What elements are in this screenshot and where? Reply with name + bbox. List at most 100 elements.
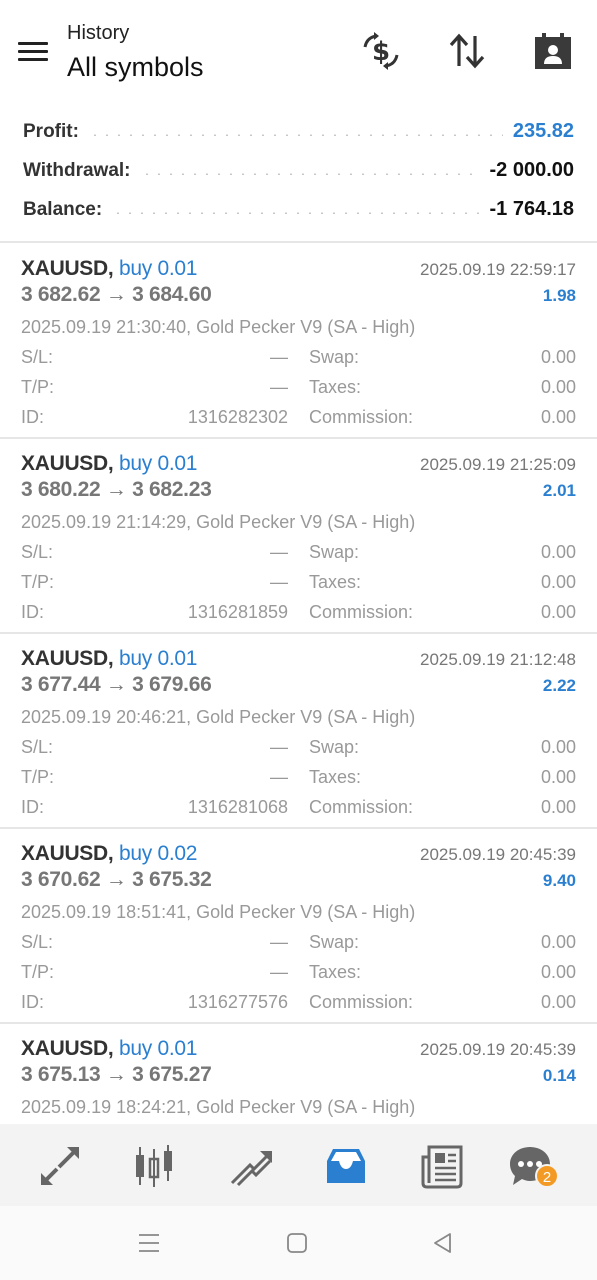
dotted-leader: [140, 172, 480, 175]
swap-value: 0.00: [540, 347, 576, 367]
deals-list: XAUUSD, buy 0.01 2025.09.19 22:59:17 3 6…: [0, 244, 597, 1219]
divider: [0, 241, 597, 243]
dotted-leader: [112, 211, 480, 214]
deal-details: S/L: — Swap: 0.00 T/P: — Taxes: 0.00 ID: 131628…: [21, 347, 576, 437]
sl-label: S/L:: [21, 737, 54, 757]
id-value: 1316281068: [187, 797, 288, 817]
sort-icon[interactable]: [444, 28, 490, 74]
taxes-label: Taxes:: [309, 572, 362, 592]
svg-text:$: $: [372, 37, 390, 67]
deal-close-time: 2025.09.19 20:45:39: [420, 1040, 576, 1059]
deal-open-info: 2025.09.19 21:30:40, Gold Pecker V9 (SA …: [21, 317, 416, 337]
sl-label: S/L:: [21, 347, 54, 367]
deal-symbol: XAUUSD,: [21, 647, 114, 670]
home-icon[interactable]: [282, 1228, 312, 1258]
commission-label: Commission:: [309, 602, 414, 622]
calendar-icon[interactable]: [530, 28, 576, 74]
deal-profit: 2.22: [542, 676, 576, 695]
header-title[interactable]: All symbols: [67, 52, 204, 83]
chat-badge: 2: [535, 1164, 559, 1188]
id-label: ID:: [21, 992, 45, 1012]
id-value: 1316282302: [187, 407, 288, 427]
chat-icon[interactable]: 2: [506, 1142, 559, 1190]
commission-value: 0.00: [540, 797, 576, 817]
recent-apps-icon[interactable]: [134, 1228, 164, 1258]
id-label: ID:: [21, 407, 45, 427]
taxes-value: 0.00: [540, 767, 576, 787]
deal-title: XAUUSD, buy 0.01: [21, 647, 197, 671]
deal-symbol: XAUUSD,: [21, 257, 114, 280]
id-label: ID:: [21, 797, 45, 817]
deal-row[interactable]: XAUUSD, buy 0.01 2025.09.19 21:12:48 3 6…: [0, 634, 597, 829]
tp-value: —: [270, 377, 288, 397]
summary-withdrawal-row: Withdrawal: -2 000.00: [0, 151, 597, 190]
swap-value: 0.00: [540, 542, 576, 562]
deal-prices: 3 670.62 → 3 675.32: [21, 868, 212, 891]
history-summary: Profit: 235.82 Withdrawal: -2 000.00 Bal…: [0, 112, 597, 229]
deal-prices: 3 675.13 → 3 675.27: [21, 1063, 212, 1086]
deal-side: buy 0.01: [118, 452, 198, 475]
deal-title: XAUUSD, buy 0.01: [21, 257, 197, 281]
deal-symbol: XAUUSD,: [21, 842, 114, 865]
deal-close-time: 2025.09.19 21:25:09: [420, 455, 576, 474]
taxes-label: Taxes:: [309, 377, 362, 397]
chart-icon[interactable]: [131, 1142, 179, 1190]
deal-prices: 3 682.62 → 3 684.60: [21, 283, 212, 306]
deal-title: XAUUSD, buy 0.02: [21, 842, 197, 866]
sl-value: —: [270, 737, 288, 757]
deal-profit: 9.40: [542, 871, 576, 890]
deal-row[interactable]: XAUUSD, buy 0.02 2025.09.19 20:45:39 3 6…: [0, 829, 597, 1024]
trade-icon[interactable]: [227, 1142, 275, 1190]
taxes-value: 0.00: [540, 962, 576, 982]
app-header: History All symbols $: [0, 0, 597, 100]
sl-value: —: [270, 932, 288, 952]
commission-label: Commission:: [309, 407, 414, 427]
id-label: ID:: [21, 602, 45, 622]
deal-symbol: XAUUSD,: [21, 1037, 114, 1060]
deal-side: buy 0.01: [118, 257, 198, 280]
deal-open-info: 2025.09.19 18:24:21, Gold Pecker V9 (SA …: [21, 1097, 416, 1117]
deal-prices: 3 680.22 → 3 682.23: [21, 478, 212, 501]
deal-side: buy 0.02: [118, 842, 198, 865]
taxes-value: 0.00: [540, 377, 576, 397]
id-value: 1316277576: [187, 992, 288, 1012]
sl-label: S/L:: [21, 932, 54, 952]
withdrawal-label: Withdrawal:: [23, 159, 131, 181]
deal-close-time: 2025.09.19 22:59:17: [420, 260, 576, 279]
swap-label: Swap:: [309, 347, 360, 367]
balance-label: Balance:: [23, 198, 103, 220]
deal-profit: 2.01: [542, 481, 576, 500]
deal-prices: 3 677.44 → 3 679.66: [21, 673, 212, 696]
tp-label: T/P:: [21, 572, 55, 592]
deal-details: S/L: — Swap: 0.00 T/P: — Taxes: 0.00 ID: 131628…: [21, 737, 576, 827]
tp-value: —: [270, 572, 288, 592]
quotes-icon[interactable]: [36, 1142, 84, 1190]
deposit-withdrawal-icon[interactable]: $: [358, 28, 404, 74]
tp-value: —: [270, 962, 288, 982]
history-icon[interactable]: [322, 1142, 370, 1190]
deal-symbol: XAUUSD,: [21, 452, 114, 475]
balance-value: -1 764.18: [489, 198, 574, 220]
taxes-value: 0.00: [540, 572, 576, 592]
back-icon[interactable]: [428, 1228, 458, 1258]
system-nav-bar: [0, 1206, 597, 1280]
deal-title: XAUUSD, buy 0.01: [21, 452, 197, 476]
deal-open-info: 2025.09.19 18:51:41, Gold Pecker V9 (SA …: [21, 902, 416, 922]
summary-profit-row: Profit: 235.82: [0, 112, 597, 151]
tp-label: T/P:: [21, 962, 55, 982]
sl-value: —: [270, 542, 288, 562]
news-icon[interactable]: [418, 1142, 466, 1190]
deal-row[interactable]: XAUUSD, buy 0.01 2025.09.19 22:59:17 3 6…: [0, 244, 597, 439]
profit-value: 235.82: [512, 120, 574, 142]
deal-row[interactable]: XAUUSD, buy 0.01 2025.09.19 21:25:09 3 6…: [0, 439, 597, 634]
deal-open-info: 2025.09.19 20:46:21, Gold Pecker V9 (SA …: [21, 707, 416, 727]
commission-label: Commission:: [309, 797, 414, 817]
header-subtitle: History: [67, 22, 130, 44]
commission-label: Commission:: [309, 992, 414, 1012]
menu-icon[interactable]: [14, 36, 48, 66]
deal-profit: 1.98: [542, 286, 576, 305]
commission-value: 0.00: [540, 602, 576, 622]
bottom-nav: 2: [0, 1124, 597, 1206]
deal-details: S/L: — Swap: 0.00 T/P: — Taxes: 0.00 ID: 131628…: [21, 542, 576, 632]
swap-label: Swap:: [309, 542, 360, 562]
